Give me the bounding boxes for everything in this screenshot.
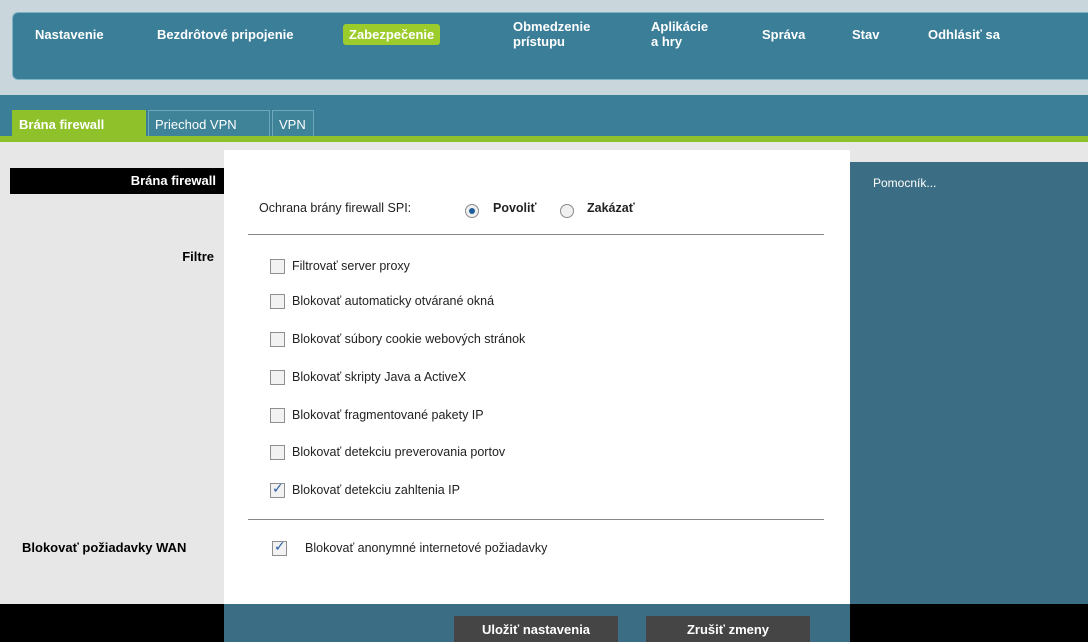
block-java-activex-label: Blokovať skripty Java a ActiveX <box>292 370 467 384</box>
filters-label: Filtre <box>182 249 214 264</box>
block-fragmented-ip-label: Blokovať fragmentované pakety IP <box>292 408 484 422</box>
left-panel <box>0 162 224 604</box>
nav-item-administration[interactable]: Správa <box>762 0 805 68</box>
filter-proxy-label: Filtrovať server proxy <box>292 259 410 273</box>
tab-vpn-passthrough[interactable]: Priechod VPN <box>148 110 270 137</box>
nav-item-access-restrictions[interactable]: Obmedzenie prístupu <box>513 0 593 68</box>
divider <box>248 519 824 520</box>
tab-vpn[interactable]: VPN <box>272 110 314 137</box>
spi-enable-label: Povoliť <box>493 201 537 215</box>
block-popups-checkbox[interactable] <box>270 294 285 309</box>
block-anonymous-requests-checkbox[interactable] <box>272 539 287 556</box>
block-port-scan-label: Blokovať detekciu preverovania portov <box>292 445 506 459</box>
block-cookies-checkbox[interactable] <box>270 332 285 347</box>
nav-item-setup[interactable]: Nastavenie <box>35 0 104 68</box>
help-link[interactable]: Pomocník... <box>873 176 936 190</box>
nav-item-wireless[interactable]: Bezdrôtové pripojenie <box>157 0 294 68</box>
wan-label: Blokovať požiadavky WAN <box>22 540 187 555</box>
tab-firewall[interactable]: Brána firewall <box>12 110 146 137</box>
footer-right <box>850 604 1088 642</box>
nav-item-status[interactable]: Stav <box>852 0 879 68</box>
spi-disable-label: Zakázať <box>587 201 635 215</box>
cancel-changes-button[interactable]: Zrušiť zmeny <box>646 616 810 642</box>
nav-item-applications-games[interactable]: Aplikácie a hry <box>651 0 711 68</box>
block-cookies-label: Blokovať súbory cookie webových stránok <box>292 332 526 346</box>
filter-proxy-checkbox[interactable] <box>270 259 285 274</box>
block-fragmented-ip-checkbox[interactable] <box>270 408 285 423</box>
footer-left <box>0 604 224 642</box>
block-java-activex-checkbox[interactable] <box>270 370 285 385</box>
save-settings-button[interactable]: Uložiť nastavenia <box>454 616 618 642</box>
block-ip-flood-checkbox[interactable] <box>270 481 285 498</box>
spi-label: Ochrana brány firewall SPI: <box>259 201 412 215</box>
block-popups-label: Blokovať automaticky otvárané okná <box>292 294 495 308</box>
spi-enable-radio[interactable] <box>465 204 479 218</box>
nav-item-security[interactable]: Zabezpečenie <box>343 0 441 68</box>
block-ip-flood-label: Blokovať detekciu zahltenia IP <box>292 483 460 497</box>
block-port-scan-checkbox[interactable] <box>270 445 285 460</box>
divider <box>248 234 824 235</box>
help-panel <box>850 162 1088 604</box>
section-title: Brána firewall <box>130 173 216 188</box>
spi-disable-radio[interactable] <box>560 204 574 218</box>
nav-item-logout[interactable]: Odhlásiť sa <box>928 0 1000 68</box>
block-anonymous-requests-label: Blokovať anonymné internetové požiadavky <box>305 541 548 555</box>
